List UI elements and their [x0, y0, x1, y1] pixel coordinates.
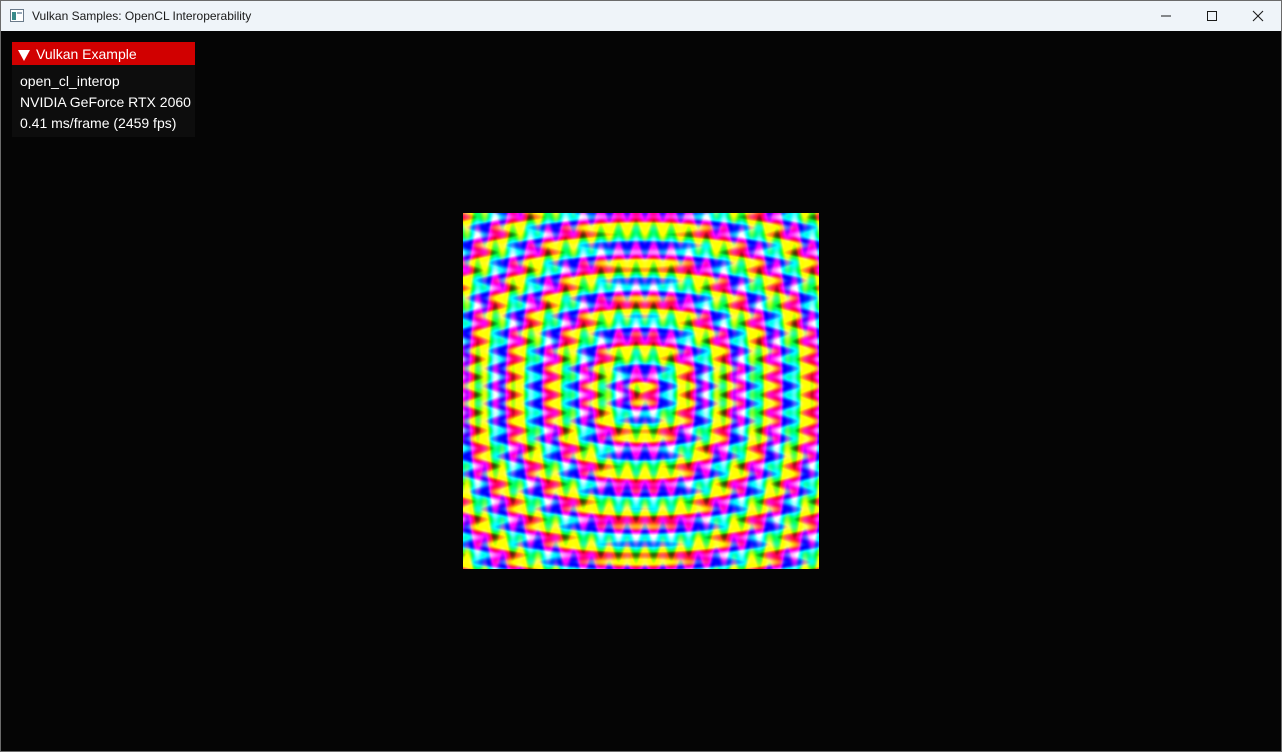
sample-name: open_cl_interop: [20, 73, 120, 89]
rendered-texture-quad: [463, 213, 819, 569]
render-area[interactable]: Vulkan Example open_cl_interop NVIDIA Ge…: [1, 31, 1281, 751]
app-window: Vulkan Samples: OpenCL Interoperability …: [0, 0, 1282, 752]
overlay-title: Vulkan Example: [36, 46, 137, 62]
minimize-icon: [1161, 11, 1171, 21]
frame-timing: 0.41 ms/frame (2459 fps): [20, 115, 177, 131]
app-window-icon: [10, 9, 24, 22]
window-title: Vulkan Samples: OpenCL Interoperability: [32, 9, 252, 23]
stats-overlay-panel: Vulkan Example open_cl_interop NVIDIA Ge…: [12, 42, 195, 137]
maximize-icon: [1207, 11, 1217, 21]
triangle-down-icon[interactable]: [18, 48, 30, 61]
title-bar[interactable]: Vulkan Samples: OpenCL Interoperability: [1, 1, 1281, 31]
close-button[interactable]: [1235, 1, 1281, 31]
gpu-name: NVIDIA GeForce RTX 2060: [20, 94, 191, 110]
maximize-button[interactable]: [1189, 1, 1235, 31]
minimize-button[interactable]: [1143, 1, 1189, 31]
close-icon: [1252, 10, 1264, 22]
interop-texture: [463, 213, 819, 569]
overlay-header[interactable]: Vulkan Example: [12, 42, 195, 65]
